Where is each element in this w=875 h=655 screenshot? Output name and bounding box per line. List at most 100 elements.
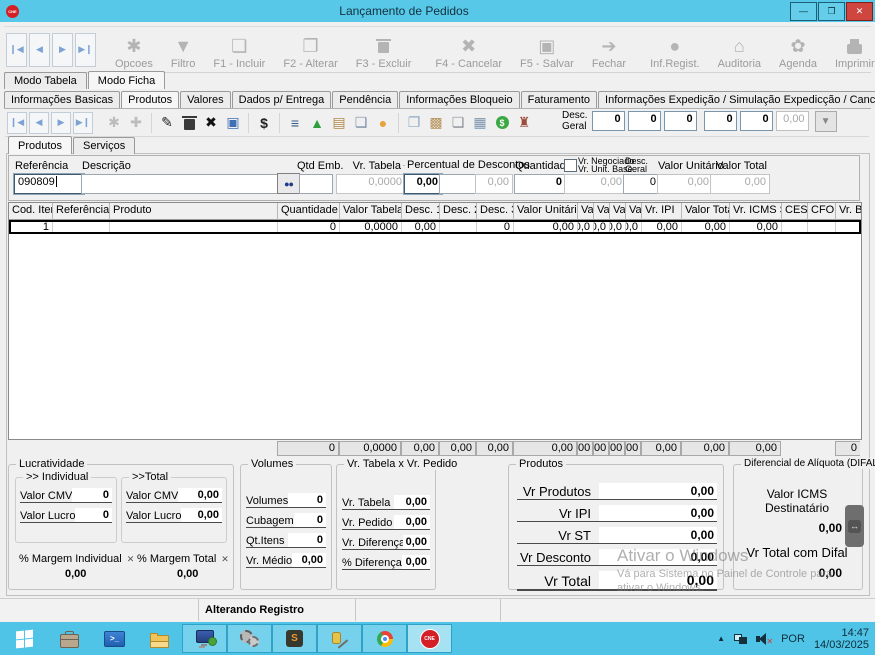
clock[interactable]: 14:47 14/03/2025 — [814, 627, 869, 651]
sublime-text[interactable]: S — [272, 624, 317, 653]
desc-geral-input-4[interactable]: 0 — [704, 111, 737, 131]
search-product-button[interactable] — [277, 173, 300, 194]
tab-informa-es-expedi-o-simula-o-expedic-o-cancelamento[interactable]: Informações Expedição / Simulação Expedi… — [598, 91, 875, 108]
tab-informa-es-basicas[interactable]: Informações Basicas — [4, 91, 120, 108]
tray-expand-icon[interactable]: ▲ — [717, 634, 725, 643]
referencia-input[interactable]: 090809 — [14, 174, 84, 194]
options-button[interactable]: ✱ — [103, 112, 125, 134]
delete-button[interactable] — [178, 112, 200, 134]
side-panel-handle[interactable]: ↔ — [845, 505, 864, 547]
column-header-val[interactable]: Val — [610, 203, 626, 220]
f3-excluir-button[interactable]: F3 - Excluir — [347, 30, 421, 70]
tab-servi-os[interactable]: Serviços — [73, 137, 135, 154]
f2-alterar-button[interactable]: ❐F2 - Alterar — [274, 30, 346, 70]
nav-next-button[interactable]: ▶ — [52, 33, 73, 67]
tab-modo-ficha[interactable]: Modo Ficha — [88, 71, 165, 89]
column-header-val[interactable]: Val — [626, 203, 642, 220]
doc-forward-button[interactable]: ❏ — [350, 112, 372, 134]
quantidade-input[interactable]: 0 — [514, 174, 566, 194]
column-header-quantidade[interactable]: Quantidade — [278, 203, 340, 220]
grid-first-button[interactable]: ❙◀ — [7, 112, 27, 134]
desconto1-input[interactable]: 0,00 — [404, 174, 442, 194]
tab-produtos[interactable]: Produtos — [121, 91, 179, 108]
nav-last-button[interactable]: ▶❙ — [75, 33, 96, 67]
column-header-cod-item[interactable]: Cod. Item — [9, 203, 53, 220]
column-header-desc-1[interactable]: Desc. 1 — [402, 203, 440, 220]
column-header-refer-ncia[interactable]: Referência — [53, 203, 110, 220]
dollar-button[interactable]: $ — [253, 112, 275, 134]
edit-button[interactable]: ✎ — [156, 112, 178, 134]
column-header-vr-ipi[interactable]: Vr. IPI — [642, 203, 682, 220]
grid-last-button[interactable]: ▶❙ — [73, 112, 93, 134]
qtd-emb-input[interactable] — [299, 174, 333, 194]
language-indicator[interactable]: POR — [781, 633, 805, 645]
fechar-button[interactable]: ➔Fechar — [583, 30, 635, 70]
tab-pend-ncia[interactable]: Pendência — [332, 91, 398, 108]
desc-geral-input-3[interactable]: 0 — [664, 111, 697, 131]
grid-next-button[interactable]: ▶ — [51, 112, 71, 134]
network-icon[interactable] — [734, 634, 747, 644]
building-button[interactable]: ♜ — [513, 112, 535, 134]
grid-prev-button[interactable]: ◀ — [29, 112, 49, 134]
nav-prev-button[interactable]: ◀ — [29, 33, 50, 67]
column-header-valor-total[interactable]: Valor Total — [682, 203, 730, 220]
column-header-cfop[interactable]: CFOP — [808, 203, 836, 220]
cancel-button[interactable]: ✖ — [200, 112, 222, 134]
column-header-valor-tabela[interactable]: Valor Tabela — [340, 203, 402, 220]
items-grid[interactable]: Cod. ItemReferênciaProdutoQuantidadeValo… — [8, 202, 862, 440]
desc-geral-input-1[interactable]: 0 — [592, 111, 625, 131]
f1-incluir-button[interactable]: ❏F1 - Incluir — [204, 30, 274, 70]
nav-first-button[interactable]: ❙◀ — [6, 33, 27, 67]
money-circle-button[interactable]: $ — [491, 112, 513, 134]
apply-discount-button[interactable]: ▼ — [815, 111, 837, 132]
desc-geral-input-5[interactable]: 0 — [740, 111, 773, 131]
auditoria-button[interactable]: ⌂Auditoria — [709, 30, 770, 70]
inf-regist-button[interactable]: ●Inf.Regist. — [641, 30, 709, 70]
column-header-valor-unit-rio[interactable]: Valor Unitário — [514, 203, 578, 220]
tab-dados-p-entrega[interactable]: Dados p/ Entrega — [232, 91, 332, 108]
clear-icon[interactable]: ✕ — [127, 554, 135, 564]
cne-app[interactable]: CNE — [407, 624, 452, 653]
vr-negociado-checkbox[interactable] — [564, 159, 577, 172]
column-header-desc-3[interactable]: Desc. 3 — [477, 203, 514, 220]
clipboard-button[interactable]: ❐ — [403, 112, 425, 134]
tab-produtos[interactable]: Produtos — [8, 136, 72, 154]
chrome[interactable] — [362, 624, 407, 653]
admin-tools[interactable] — [317, 624, 362, 653]
column-header-val[interactable]: Val — [578, 203, 594, 220]
package-button[interactable]: ▩ — [425, 112, 447, 134]
f5-salvar-button[interactable]: ▣F5 - Salvar — [511, 30, 583, 70]
close-button[interactable]: ✕ — [846, 2, 873, 21]
doc-settings-button[interactable]: ❏ — [447, 112, 469, 134]
camera-button[interactable]: ▤ — [328, 112, 350, 134]
desc-geral-form-input[interactable]: 0 — [623, 174, 660, 194]
table-row[interactable]: 100,00000,0000,000,00,00,00,00,000,000,0… — [9, 220, 861, 234]
powershell[interactable]: >_ — [92, 624, 137, 653]
tab-modo-tabela[interactable]: Modo Tabela — [4, 72, 87, 89]
server-manager[interactable] — [47, 624, 92, 653]
file-explorer[interactable] — [137, 624, 182, 653]
column-header-produto[interactable]: Produto — [110, 203, 278, 220]
column-header-desc-2[interactable]: Desc. 2 — [440, 203, 477, 220]
list-button[interactable]: ≡ — [284, 112, 306, 134]
column-header-val[interactable]: Val — [594, 203, 610, 220]
opcoes-button[interactable]: ✱Opcoes — [106, 30, 162, 70]
desconto2-input[interactable] — [439, 174, 478, 194]
column-header-vr-b-c-[interactable]: Vr. B.C. — [836, 203, 862, 220]
maximize-button[interactable]: ❐ — [818, 2, 845, 21]
table-button[interactable]: ▦ — [469, 112, 491, 134]
remote-desktop[interactable] — [182, 624, 227, 653]
f4-cancelar-button[interactable]: ✖F4 - Cancelar — [426, 30, 511, 70]
start-button[interactable] — [2, 624, 47, 653]
minimize-button[interactable]: — — [790, 2, 817, 21]
imprimir-button[interactable]: Imprimir — [826, 30, 875, 70]
coins-button[interactable]: ● — [372, 112, 394, 134]
export-up-button[interactable]: ▲ — [306, 112, 328, 134]
tab-faturamento[interactable]: Faturamento — [521, 91, 597, 108]
tab-valores[interactable]: Valores — [180, 91, 230, 108]
save-button[interactable]: ▣ — [222, 112, 244, 134]
filtro-button[interactable]: ▼Filtro — [162, 30, 204, 70]
add-button[interactable]: ✚ — [125, 112, 147, 134]
column-header-vr-icms-s-t-[interactable]: Vr. ICMS S.T. — [730, 203, 782, 220]
tab-informa-es-bloqueio[interactable]: Informações Bloqueio — [399, 91, 519, 108]
